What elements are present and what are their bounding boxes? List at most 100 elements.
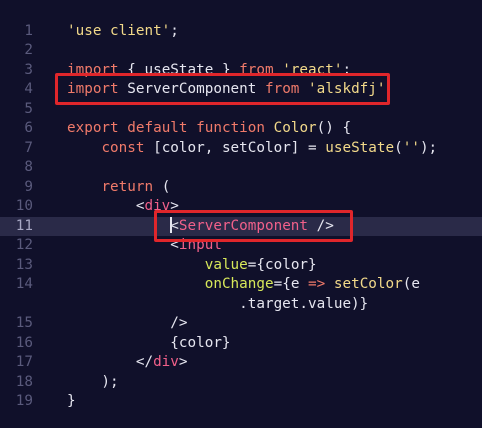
line-number: 10 (15, 198, 33, 214)
code-token: import (67, 61, 119, 78)
code-line-5[interactable]: 5 (0, 100, 482, 120)
code-token: from (239, 61, 274, 78)
line-number: 18 (15, 373, 33, 390)
code-token: default (127, 120, 188, 136)
line-code: export default function Color() { (67, 119, 351, 139)
code-line-10[interactable]: 10 <div> (0, 197, 482, 217)
line-number: 17 (15, 354, 33, 370)
code-token: /> (308, 217, 334, 234)
line-number: 5 (24, 100, 33, 117)
code-token: (e (402, 276, 420, 292)
line-number: 19 (15, 393, 33, 409)
line-number: 14 (15, 276, 33, 292)
line-number: 12 (15, 237, 33, 253)
code-token: ={ (273, 276, 291, 292)
code-token: input (178, 237, 222, 253)
code-token: } (67, 393, 76, 409)
code-token: .target.value)} (67, 295, 369, 312)
line-code: /> (67, 314, 188, 334)
line-code: const [color, setColor] = useState(''); (67, 139, 437, 159)
code-token: ( (153, 178, 171, 195)
code-token: return (101, 178, 154, 195)
code-token: value (204, 256, 248, 273)
code-line-15[interactable]: 15 /> (0, 314, 482, 334)
code-token: from (264, 81, 300, 97)
line-number: 11 (15, 217, 33, 234)
code-token: < (170, 217, 179, 234)
code-token: Color (273, 120, 317, 136)
code-token: ( (394, 139, 403, 156)
code-token: ); (67, 373, 119, 390)
code-token: { useState } (118, 61, 240, 78)
code-token: div (153, 354, 179, 370)
line-code: .target.value)} (67, 295, 368, 315)
line-number: 8 (24, 159, 33, 175)
line-code: <ServerComponent /> (67, 216, 334, 237)
code-token: > (170, 198, 179, 214)
code-token: export (67, 120, 119, 136)
line-code: {color} (67, 334, 231, 354)
line-code: import { useState } from 'react'; (67, 61, 351, 81)
code-line-11[interactable]: 11 <ServerComponent /> (0, 216, 482, 237)
code-line-16[interactable]: 16 {color} (0, 334, 482, 354)
code-line-4[interactable]: 4 import ServerComponent from 'alskdfj' (0, 80, 482, 100)
code-token: {color} (67, 334, 231, 351)
line-number: 4 (24, 81, 33, 97)
code-line-wrap[interactable]: .target.value)} (0, 295, 482, 315)
code-token: setColor (333, 276, 403, 292)
code-editor[interactable]: 1 'use client'; 2 3 import { useState } from… (0, 0, 482, 428)
code-line-1[interactable]: 1 'use client'; (0, 22, 482, 42)
line-number: 1 (24, 22, 33, 39)
line-number: 2 (24, 42, 33, 58)
line-code: value={color} (67, 256, 317, 276)
line-number: 13 (15, 256, 33, 273)
line-code: ); (67, 373, 119, 393)
code-token: () { (316, 120, 352, 136)
code-line-3[interactable]: 3 import { useState } from 'react'; (0, 61, 482, 81)
line-code: import ServerComponent from 'alskdfj' (67, 80, 386, 100)
code-token: 'use client' (67, 22, 171, 39)
code-token: div (144, 198, 171, 214)
code-line-13[interactable]: 13 value={color} (0, 256, 482, 276)
code-token: onChange (204, 276, 274, 292)
code-token: 'react' (282, 61, 343, 78)
code-line-12[interactable]: 12 <input (0, 236, 482, 256)
code-line-9[interactable]: 9 return ( (0, 178, 482, 198)
code-line-2[interactable]: 2 (0, 41, 482, 61)
line-number: 16 (15, 334, 33, 351)
line-code: } (67, 392, 76, 412)
code-line-14[interactable]: 14 onChange={e => setColor(e (0, 275, 482, 295)
code-token: ServerComponent (118, 81, 265, 97)
line-code: 'use client'; (67, 22, 179, 42)
code-line-17[interactable]: 17 </div> (0, 353, 482, 373)
code-token: ; (170, 22, 179, 39)
code-token: import (67, 81, 119, 97)
code-token: '' (402, 139, 420, 156)
line-number: 9 (24, 178, 33, 195)
line-number: 7 (24, 139, 33, 156)
code-token: < (67, 237, 179, 253)
line-code: </div> (67, 353, 188, 373)
code-token: ; (342, 61, 352, 78)
code-token: ={color} (247, 256, 317, 273)
code-line-19[interactable]: 19} (0, 392, 482, 412)
code-line-6[interactable]: 6 export default function Color() { (0, 119, 482, 139)
line-code: return ( (67, 178, 170, 198)
code-token: useState (325, 139, 395, 156)
code-token: > (178, 354, 188, 370)
code-line-18[interactable]: 18 ); (0, 373, 482, 393)
code-token: => (299, 276, 334, 292)
line-number: 3 (24, 61, 33, 78)
code-token: /> (67, 315, 188, 331)
code-line-7[interactable]: 7 const [color, setColor] = useState('')… (0, 139, 482, 159)
code-token: function (196, 120, 266, 136)
code-line-8[interactable]: 8 (0, 158, 482, 178)
code-token: </ (67, 354, 154, 370)
line-number: 6 (24, 120, 33, 136)
